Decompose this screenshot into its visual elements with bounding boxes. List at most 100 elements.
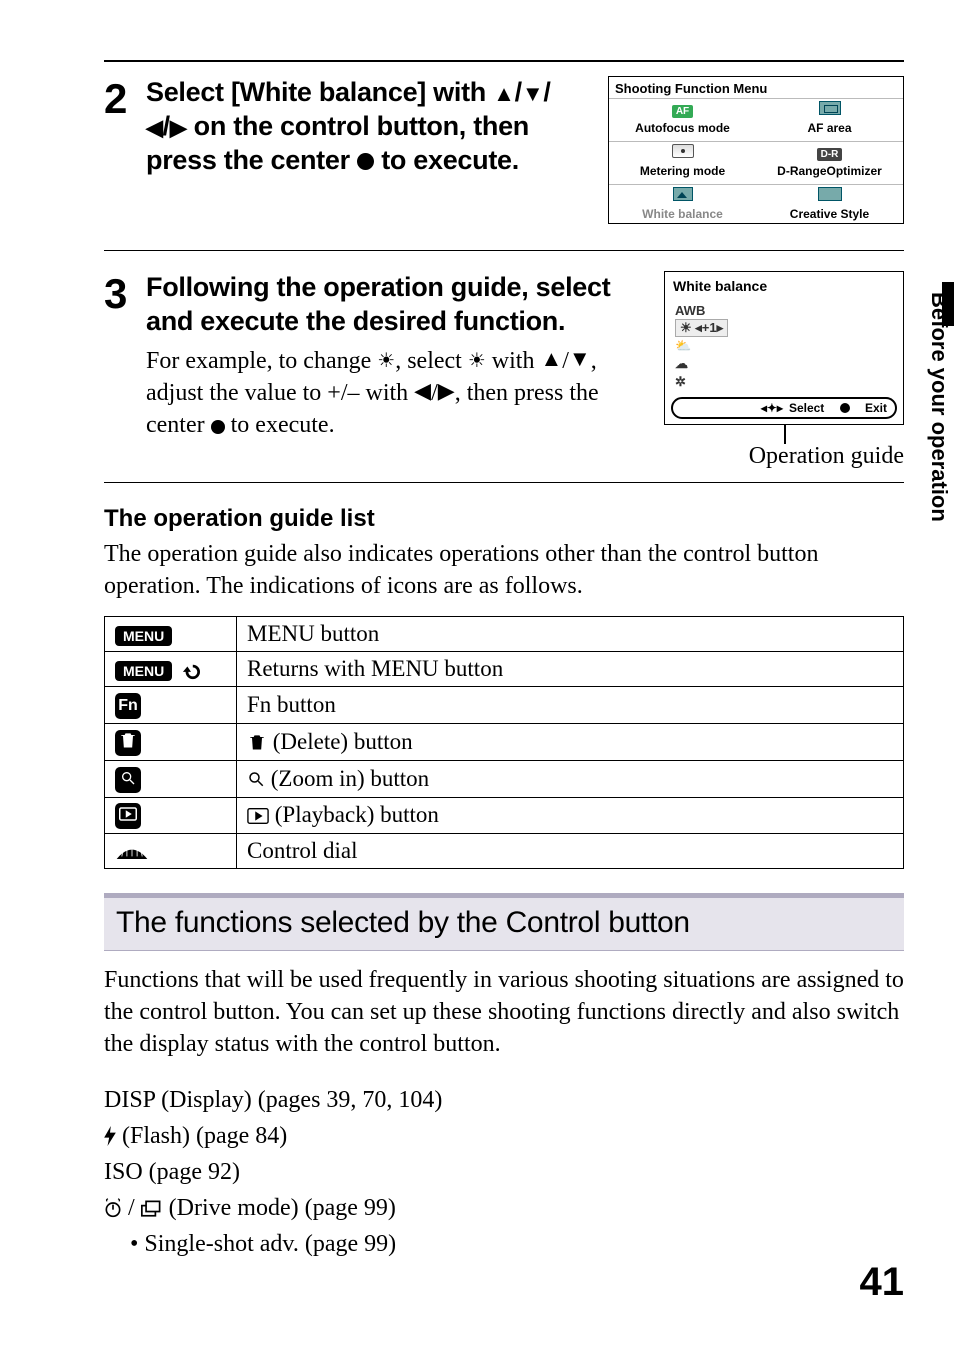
step-2-text-a: Select [White balance] with xyxy=(146,77,493,107)
table-row: MENU Returns with MENU button xyxy=(105,652,904,687)
wb-title: White balance xyxy=(665,272,903,302)
nav-arrows-icon: ◂✦▸ xyxy=(761,401,783,415)
list-item-text: (Flash) (page 84) xyxy=(116,1123,287,1149)
icon-cell xyxy=(105,834,237,869)
sfm-cell-metering: Metering mode xyxy=(609,141,756,184)
icon-reference-table: MENU MENU button MENU Returns with MENU … xyxy=(104,616,904,869)
ex-f: to execute. xyxy=(225,412,335,438)
function-list: DISP (Display) (pages 39, 70, 104) (Flas… xyxy=(104,1082,904,1262)
sfm-label: Autofocus mode xyxy=(635,121,730,135)
desc-cell: Fn button xyxy=(237,687,904,724)
menu-pill-icon: MENU xyxy=(115,626,172,646)
trash-square-icon xyxy=(115,730,141,756)
step-2-instruction: Select [White balance] with ▲/▼/ ◀/▶ on … xyxy=(146,76,588,177)
table-row: Control dial xyxy=(105,834,904,869)
ex-c: with xyxy=(486,348,541,374)
wb-item: AWB xyxy=(675,302,903,319)
desc-cell: MENU button xyxy=(237,617,904,652)
side-tab-label: Before your operation xyxy=(922,292,952,582)
sfm-cell-autofocus: AF Autofocus mode xyxy=(609,98,756,141)
shooting-function-menu-screenshot: Shooting Function Menu AF Autofocus mode… xyxy=(608,76,904,224)
wb-exit-label: Exit xyxy=(865,401,887,415)
menu-pill-icon: MENU xyxy=(115,661,172,681)
icon-cell xyxy=(105,760,237,797)
wb-item: ⛅ xyxy=(675,337,903,355)
control-dial-icon xyxy=(115,845,149,861)
wb-select-label: Select xyxy=(789,401,824,415)
desc-cell: (Playback) button xyxy=(237,797,904,834)
center-dot-icon xyxy=(211,420,225,434)
center-dot-icon xyxy=(840,403,850,413)
guide-list-intro: The operation guide also indicates opera… xyxy=(104,539,904,602)
ex-b: , select xyxy=(395,348,468,374)
list-item: DISP (Display) (pages 39, 70, 104) xyxy=(104,1082,904,1118)
picture-icon xyxy=(673,187,693,201)
icon-cell: MENU xyxy=(105,652,237,687)
af-area-icon xyxy=(819,101,841,115)
side-tab: Before your operation xyxy=(920,282,954,582)
desc-text: (Zoom in) button xyxy=(265,766,429,791)
desc-cell: Control dial xyxy=(237,834,904,869)
table-row: (Zoom in) button xyxy=(105,760,904,797)
flash-icon xyxy=(104,1126,116,1146)
center-dot-icon xyxy=(357,153,374,170)
wb-footer: ◂✦▸ Select Exit xyxy=(671,397,897,419)
step-2-number: 2 xyxy=(104,78,130,120)
undo-arrow-icon xyxy=(180,660,202,678)
zoom-square-icon xyxy=(115,767,141,793)
up-triangle-icon: ▲ xyxy=(493,83,514,105)
divider-mid xyxy=(104,250,904,251)
sfm-cell-afarea: AF area xyxy=(756,98,903,141)
up-triangle-icon: ▲ xyxy=(540,346,562,371)
trash-icon xyxy=(247,732,267,752)
self-timer-icon xyxy=(104,1198,122,1218)
wb-item: ✲ xyxy=(675,373,903,391)
fn-square-icon: Fn xyxy=(115,693,141,719)
list-item-text: (Drive mode) (page 99) xyxy=(169,1195,396,1221)
table-row: Fn Fn button xyxy=(105,687,904,724)
operation-guide-label: Operation guide xyxy=(664,443,904,470)
sfm-cell-dro: D-R D-RangeOptimizer xyxy=(756,141,903,184)
sfm-cell-whitebalance: White balance xyxy=(609,184,756,227)
icon-cell: Fn xyxy=(105,687,237,724)
icon-cell: MENU xyxy=(105,617,237,652)
sfm-label: D-RangeOptimizer xyxy=(777,164,882,178)
sfm-label: Creative Style xyxy=(790,207,869,221)
metering-icon xyxy=(672,144,694,158)
desc-text: (Delete) button xyxy=(267,729,413,754)
step-2-text-c: to execute. xyxy=(381,145,519,175)
af-badge-icon: AF xyxy=(672,105,693,118)
desc-cell: Returns with MENU button xyxy=(237,652,904,687)
dr-badge-icon: D-R xyxy=(817,148,843,161)
icon-cell xyxy=(105,724,237,761)
guide-list-heading: The operation guide list xyxy=(104,505,904,533)
icon-cell xyxy=(105,797,237,834)
step-3-number: 3 xyxy=(104,273,130,315)
right-triangle-icon: ▶ xyxy=(170,117,187,139)
white-balance-screenshot: White balance AWB ☀ ◂+1▸ ⛅ ☁ ✲ ◂✦▸ Select… xyxy=(664,271,904,425)
list-item: ISO (page 92) xyxy=(104,1154,904,1190)
desc-cell: (Zoom in) button xyxy=(237,760,904,797)
list-subitem: Single-shot adv. (page 99) xyxy=(104,1226,904,1262)
table-row: (Delete) button xyxy=(105,724,904,761)
section-body: Functions that will be used frequently i… xyxy=(104,965,904,1060)
sfm-label: White balance xyxy=(642,207,723,221)
list-item: / (Drive mode) (page 99) xyxy=(104,1190,904,1226)
wb-list: AWB ☀ ◂+1▸ ⛅ ☁ ✲ xyxy=(665,302,903,391)
right-triangle-icon: ▶ xyxy=(438,378,455,403)
desc-text: (Playback) button xyxy=(269,802,439,827)
daylight-icon: ☀ xyxy=(377,350,395,372)
divider-top xyxy=(104,60,904,62)
magnifier-icon xyxy=(247,770,265,788)
section-heading-bar: The functions selected by the Control bu… xyxy=(104,893,904,951)
wb-item-selected: ☀ ◂+1▸ xyxy=(675,319,728,337)
creative-style-icon xyxy=(818,187,842,201)
down-triangle-icon: ▼ xyxy=(569,346,591,371)
wb-item: ☁ xyxy=(675,355,903,373)
playback-icon xyxy=(247,807,269,825)
sfm-label: Metering mode xyxy=(640,164,725,178)
table-row: (Playback) button xyxy=(105,797,904,834)
down-triangle-icon: ▼ xyxy=(522,83,543,105)
list-item: (Flash) (page 84) xyxy=(104,1118,904,1154)
playback-square-icon xyxy=(115,803,141,829)
